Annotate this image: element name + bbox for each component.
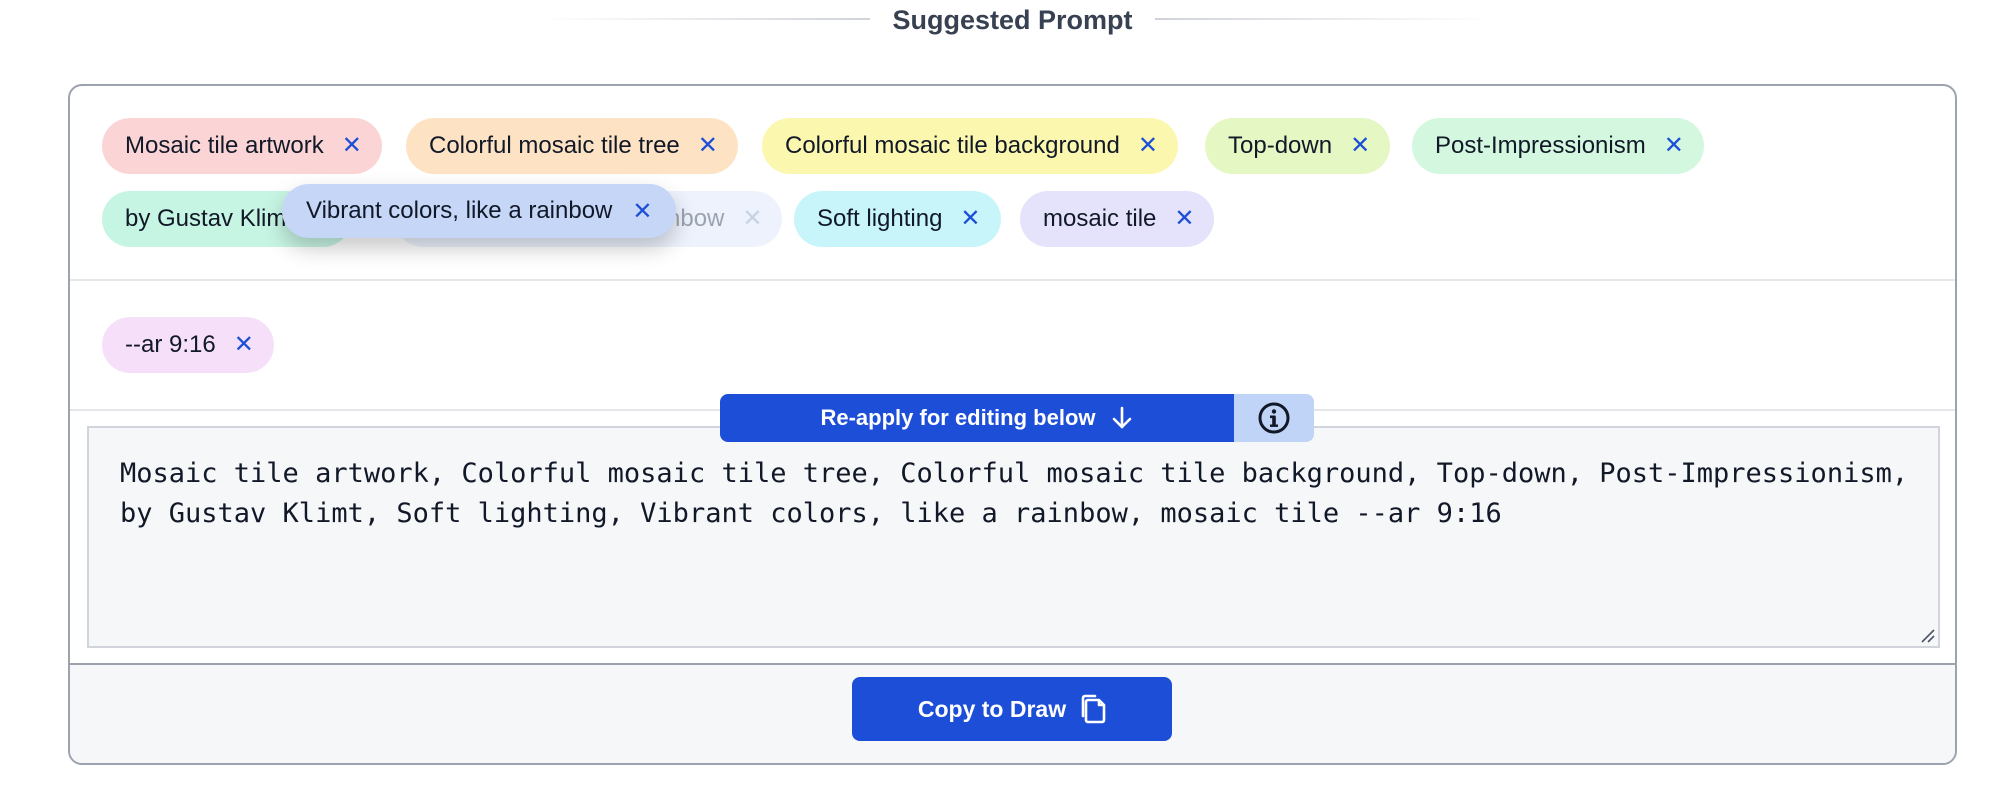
tag-chip[interactable]: Colorful mosaic tile tree ✕ (406, 118, 738, 174)
header-divider-right (1155, 18, 1495, 20)
tag-chip[interactable]: Mosaic tile artwork ✕ (102, 118, 382, 174)
section-header: Suggested Prompt (0, 0, 1994, 40)
tag-label: Vibrant colors, like a rainbow (306, 197, 613, 224)
tag-chip[interactable]: mosaic tile ✕ (1020, 191, 1215, 247)
param-label: --ar 9:16 (125, 331, 216, 358)
info-button[interactable] (1234, 394, 1314, 442)
reapply-bar: Re-apply for editing below (720, 394, 1314, 442)
prompt-text[interactable]: Mosaic tile artwork, Colorful mosaic til… (120, 454, 1910, 534)
remove-tag-icon[interactable]: ✕ (1174, 191, 1194, 247)
tag-label: Colorful mosaic tile background (785, 132, 1120, 159)
tag-label: Colorful mosaic tile tree (429, 132, 680, 159)
remove-tag-icon[interactable]: ✕ (742, 191, 762, 247)
params-section: --ar 9:16 ✕ (70, 281, 1955, 411)
copy-to-draw-button[interactable]: Copy to Draw (852, 677, 1172, 741)
remove-param-icon[interactable]: ✕ (234, 317, 254, 373)
resize-handle-icon[interactable] (1918, 626, 1936, 644)
remove-tag-icon[interactable]: ✕ (632, 197, 652, 226)
param-chip[interactable]: --ar 9:16 ✕ (102, 317, 274, 373)
tag-label: by Gustav Klimt (125, 205, 294, 232)
arrow-down-icon (1110, 405, 1134, 431)
prompt-textarea[interactable]: Mosaic tile artwork, Colorful mosaic til… (87, 426, 1940, 648)
reapply-label: Re-apply for editing below (820, 405, 1096, 430)
copy-icon (1080, 694, 1106, 724)
remove-tag-icon[interactable]: ✕ (342, 118, 362, 174)
copy-label: Copy to Draw (917, 695, 1067, 722)
dragged-tag-chip[interactable]: Vibrant colors, like a rainbow ✕ (282, 184, 677, 238)
remove-tag-icon[interactable]: ✕ (698, 118, 718, 174)
tag-label: Top-down (1228, 132, 1333, 159)
tag-chip[interactable]: Post-Impressionism ✕ (1412, 118, 1704, 174)
tag-chip[interactable]: Soft lighting ✕ (794, 191, 1001, 247)
section-title: Suggested Prompt (892, 5, 1133, 35)
remove-tag-icon[interactable]: ✕ (960, 191, 980, 247)
reapply-button[interactable]: Re-apply for editing below (720, 394, 1234, 442)
header-divider-left (540, 18, 870, 20)
remove-tag-icon[interactable]: ✕ (1350, 118, 1370, 174)
tag-label: Post-Impressionism (1435, 132, 1646, 159)
tag-label: Mosaic tile artwork (125, 132, 324, 159)
tag-chip[interactable]: Top-down ✕ (1205, 118, 1391, 174)
page: Suggested Prompt Mosaic tile artwork ✕ C… (0, 0, 1994, 802)
tag-label: mosaic tile (1043, 205, 1157, 232)
tag-label: Soft lighting (817, 205, 943, 232)
remove-tag-icon[interactable]: ✕ (1664, 118, 1684, 174)
info-icon (1258, 402, 1290, 434)
remove-tag-icon[interactable]: ✕ (1138, 118, 1158, 174)
footer-section: Copy to Draw (70, 663, 1955, 763)
tag-chip[interactable]: Colorful mosaic tile background ✕ (762, 118, 1178, 174)
